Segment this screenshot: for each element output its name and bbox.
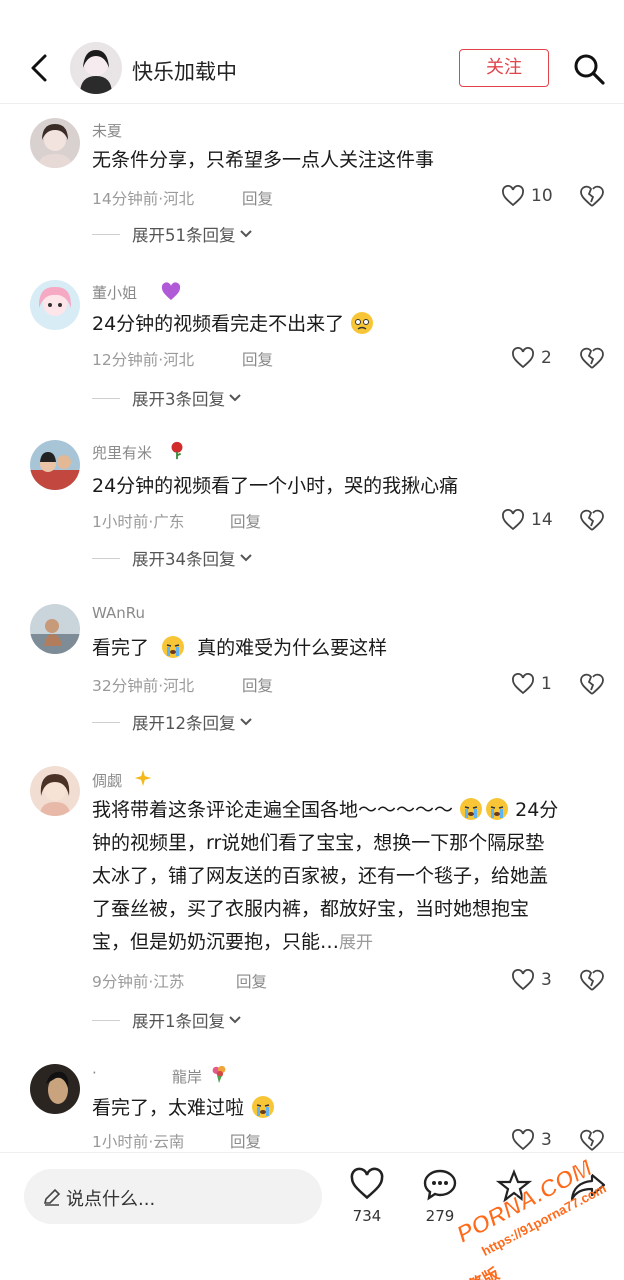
- comment-text: 看完了 真的难受为什么要这样: [92, 636, 388, 659]
- comment-bubble-icon: [423, 1169, 457, 1201]
- bouquet-badge-icon: [212, 1065, 226, 1084]
- crying-face-emoji-icon: [162, 636, 185, 658]
- comment-text: 24分钟的视频看完走不出来了: [92, 308, 602, 341]
- reply-button[interactable]: 回复: [236, 970, 267, 992]
- like-count: 2: [541, 348, 552, 368]
- star-icon[interactable]: [496, 1169, 532, 1203]
- crying-face-emoji-icon: [486, 798, 509, 820]
- username[interactable]: WAnRu: [92, 604, 145, 622]
- crying-face-emoji-icon: [252, 1096, 275, 1118]
- like-count: 1: [541, 674, 552, 694]
- bottom-bar: 说点什么... 734 279: [0, 1152, 624, 1280]
- like-count: 3: [541, 970, 552, 990]
- username[interactable]: 兜里有米: [92, 442, 152, 463]
- like-count: 10: [531, 186, 553, 206]
- heart-icon: [512, 969, 534, 991]
- divider-line: [92, 233, 120, 235]
- user-avatar[interactable]: [30, 604, 80, 654]
- like-button[interactable]: 3: [511, 1128, 552, 1152]
- chevron-down-icon: [239, 230, 252, 238]
- heart-icon: [512, 347, 534, 369]
- comment-text: 看完了，太难过啦: [92, 1092, 602, 1125]
- chevron-down-icon: [239, 718, 252, 726]
- rose-badge-icon: [171, 441, 183, 460]
- like-button[interactable]: 3: [511, 968, 552, 992]
- author-avatar[interactable]: [70, 42, 122, 94]
- top-bar: 快乐加载中 关注: [0, 0, 624, 104]
- pencil-icon: [43, 1188, 61, 1206]
- search-icon[interactable]: [572, 52, 606, 86]
- expand-replies[interactable]: 展开12条回复: [92, 710, 253, 734]
- comment-text: 我将带着这条评论走遍全国各地～～～～～ 24分 钟的视频里，rr说她们看了宝宝，…: [92, 798, 559, 953]
- expand-replies[interactable]: 展开3条回复: [92, 386, 242, 410]
- heart-icon: [502, 509, 524, 531]
- author-name[interactable]: 快乐加载中: [132, 56, 237, 86]
- divider-line: [92, 397, 120, 399]
- heart-icon: [512, 673, 534, 695]
- chevron-down-icon: [229, 394, 241, 402]
- comment-meta: 1小时前·广东: [92, 513, 185, 531]
- reply-button[interactable]: 回复: [230, 1130, 261, 1152]
- sparkle-badge-icon: [134, 769, 152, 787]
- comment-meta: 12分钟前·河北: [92, 351, 195, 369]
- share-icon[interactable]: [568, 1171, 608, 1203]
- reply-button[interactable]: 回复: [242, 348, 273, 370]
- expand-replies[interactable]: 展开51条回复: [92, 222, 253, 246]
- comment-text: 24分钟的视频看了一个小时，哭的我揪心痛: [92, 475, 459, 497]
- comment-text: 无条件分享，只希望多一点人关注这件事: [92, 149, 435, 171]
- broken-heart-icon[interactable]: [578, 346, 606, 370]
- heart-icon: [512, 1129, 534, 1151]
- username[interactable]: 董小姐: [92, 282, 137, 303]
- comment-meta: 9分钟前·江苏: [92, 973, 185, 991]
- comment-meta: 1小时前·云南: [92, 1133, 185, 1151]
- heart-icon: [502, 185, 524, 207]
- reply-button[interactable]: 回复: [242, 187, 273, 209]
- divider-line: [92, 1019, 120, 1021]
- broken-heart-icon[interactable]: [578, 184, 606, 208]
- comment-total: 279: [425, 1207, 455, 1225]
- user-avatar[interactable]: [30, 280, 80, 330]
- broken-heart-icon[interactable]: [578, 672, 606, 696]
- reply-button[interactable]: 回复: [230, 510, 261, 532]
- comment-meta: 14分钟前·河北: [92, 190, 195, 208]
- user-avatar[interactable]: [30, 440, 80, 490]
- like-count: 14: [531, 510, 553, 530]
- broken-heart-icon[interactable]: [578, 508, 606, 532]
- like-count: 3: [541, 1130, 552, 1150]
- purple-heart-badge-icon: [161, 282, 181, 300]
- comment-input[interactable]: 说点什么...: [24, 1169, 322, 1224]
- username[interactable]: 倜觑: [92, 770, 122, 791]
- comment-input-placeholder: 说点什么...: [66, 1189, 156, 1210]
- username[interactable]: 龍岸: [172, 1066, 202, 1087]
- like-button[interactable]: 10: [501, 184, 553, 208]
- chevron-down-icon: [239, 554, 252, 562]
- username[interactable]: 未夏: [92, 120, 122, 141]
- divider-line: [92, 557, 120, 559]
- sad-face-emoji-icon: [351, 312, 374, 334]
- follow-button[interactable]: 关注: [459, 49, 549, 87]
- expand-text-link[interactable]: 展开: [339, 933, 373, 953]
- user-avatar[interactable]: [30, 766, 80, 816]
- comment-action[interactable]: 279: [420, 1167, 460, 1225]
- like-total: 734: [352, 1207, 382, 1225]
- broken-heart-icon[interactable]: [578, 968, 606, 992]
- like-action[interactable]: 734: [348, 1167, 386, 1225]
- username-dot: ·: [92, 1064, 97, 1082]
- heart-icon: [350, 1167, 384, 1200]
- back-arrow-icon[interactable]: [24, 50, 56, 86]
- reply-button[interactable]: 回复: [242, 674, 273, 696]
- comment-meta: 32分钟前·河北: [92, 677, 195, 695]
- user-avatar[interactable]: [30, 118, 80, 168]
- chevron-down-icon: [229, 1016, 241, 1024]
- expand-replies[interactable]: 展开1条回复: [92, 1008, 242, 1032]
- like-button[interactable]: 14: [501, 508, 553, 532]
- broken-heart-icon[interactable]: [578, 1128, 606, 1152]
- expand-replies[interactable]: 展开34条回复: [92, 546, 253, 570]
- user-avatar[interactable]: [30, 1064, 80, 1114]
- crying-face-emoji-icon: [460, 798, 483, 820]
- divider-line: [92, 721, 120, 723]
- like-button[interactable]: 2: [511, 346, 552, 370]
- like-button[interactable]: 1: [511, 672, 552, 696]
